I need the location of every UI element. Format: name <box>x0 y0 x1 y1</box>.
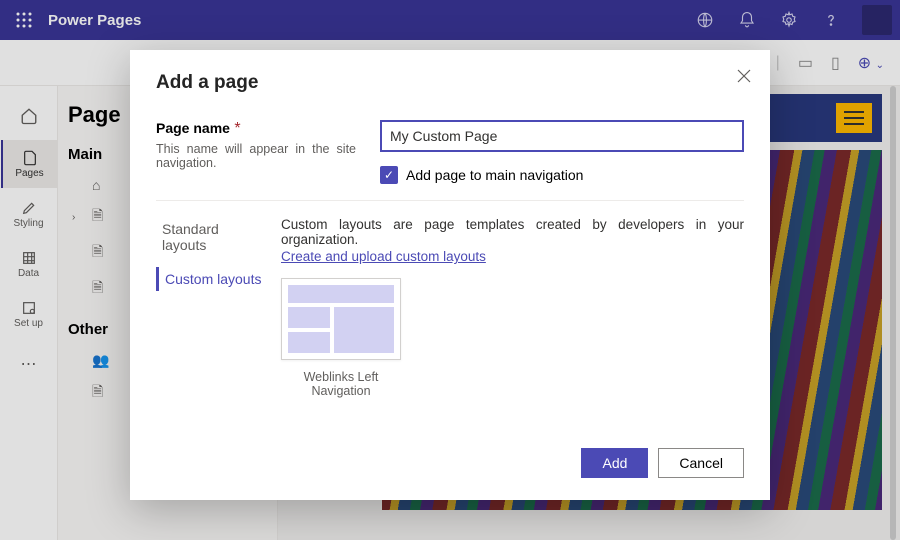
modal-title: Add a page <box>156 72 744 94</box>
tab-standard-layouts[interactable]: Standard layouts <box>156 217 271 257</box>
tab-custom-layouts[interactable]: Custom layouts <box>156 267 271 291</box>
page-name-help: This name will appear in the site naviga… <box>156 142 356 170</box>
close-icon[interactable] <box>736 68 752 84</box>
cancel-button[interactable]: Cancel <box>658 448 744 478</box>
main-nav-checkbox[interactable]: ✓ <box>380 166 398 184</box>
modal-overlay: Add a page Page name * This name will ap… <box>0 0 900 540</box>
custom-layouts-description: Custom layouts are page templates create… <box>281 217 744 247</box>
page-name-label: Page name <box>156 120 230 136</box>
page-name-input[interactable] <box>380 120 744 152</box>
add-page-modal: Add a page Page name * This name will ap… <box>130 50 770 500</box>
create-custom-layouts-link[interactable]: Create and upload custom layouts <box>281 249 486 264</box>
template-card[interactable]: Weblinks Left Navigation <box>281 278 401 398</box>
required-asterisk: * <box>234 120 240 137</box>
add-button[interactable]: Add <box>581 448 648 478</box>
checkbox-label: Add page to main navigation <box>406 167 583 183</box>
divider <box>156 200 744 201</box>
template-label: Weblinks Left Navigation <box>281 370 401 398</box>
layout-tabs: Standard layouts Custom layouts <box>156 217 271 398</box>
template-thumbnail <box>281 278 401 360</box>
